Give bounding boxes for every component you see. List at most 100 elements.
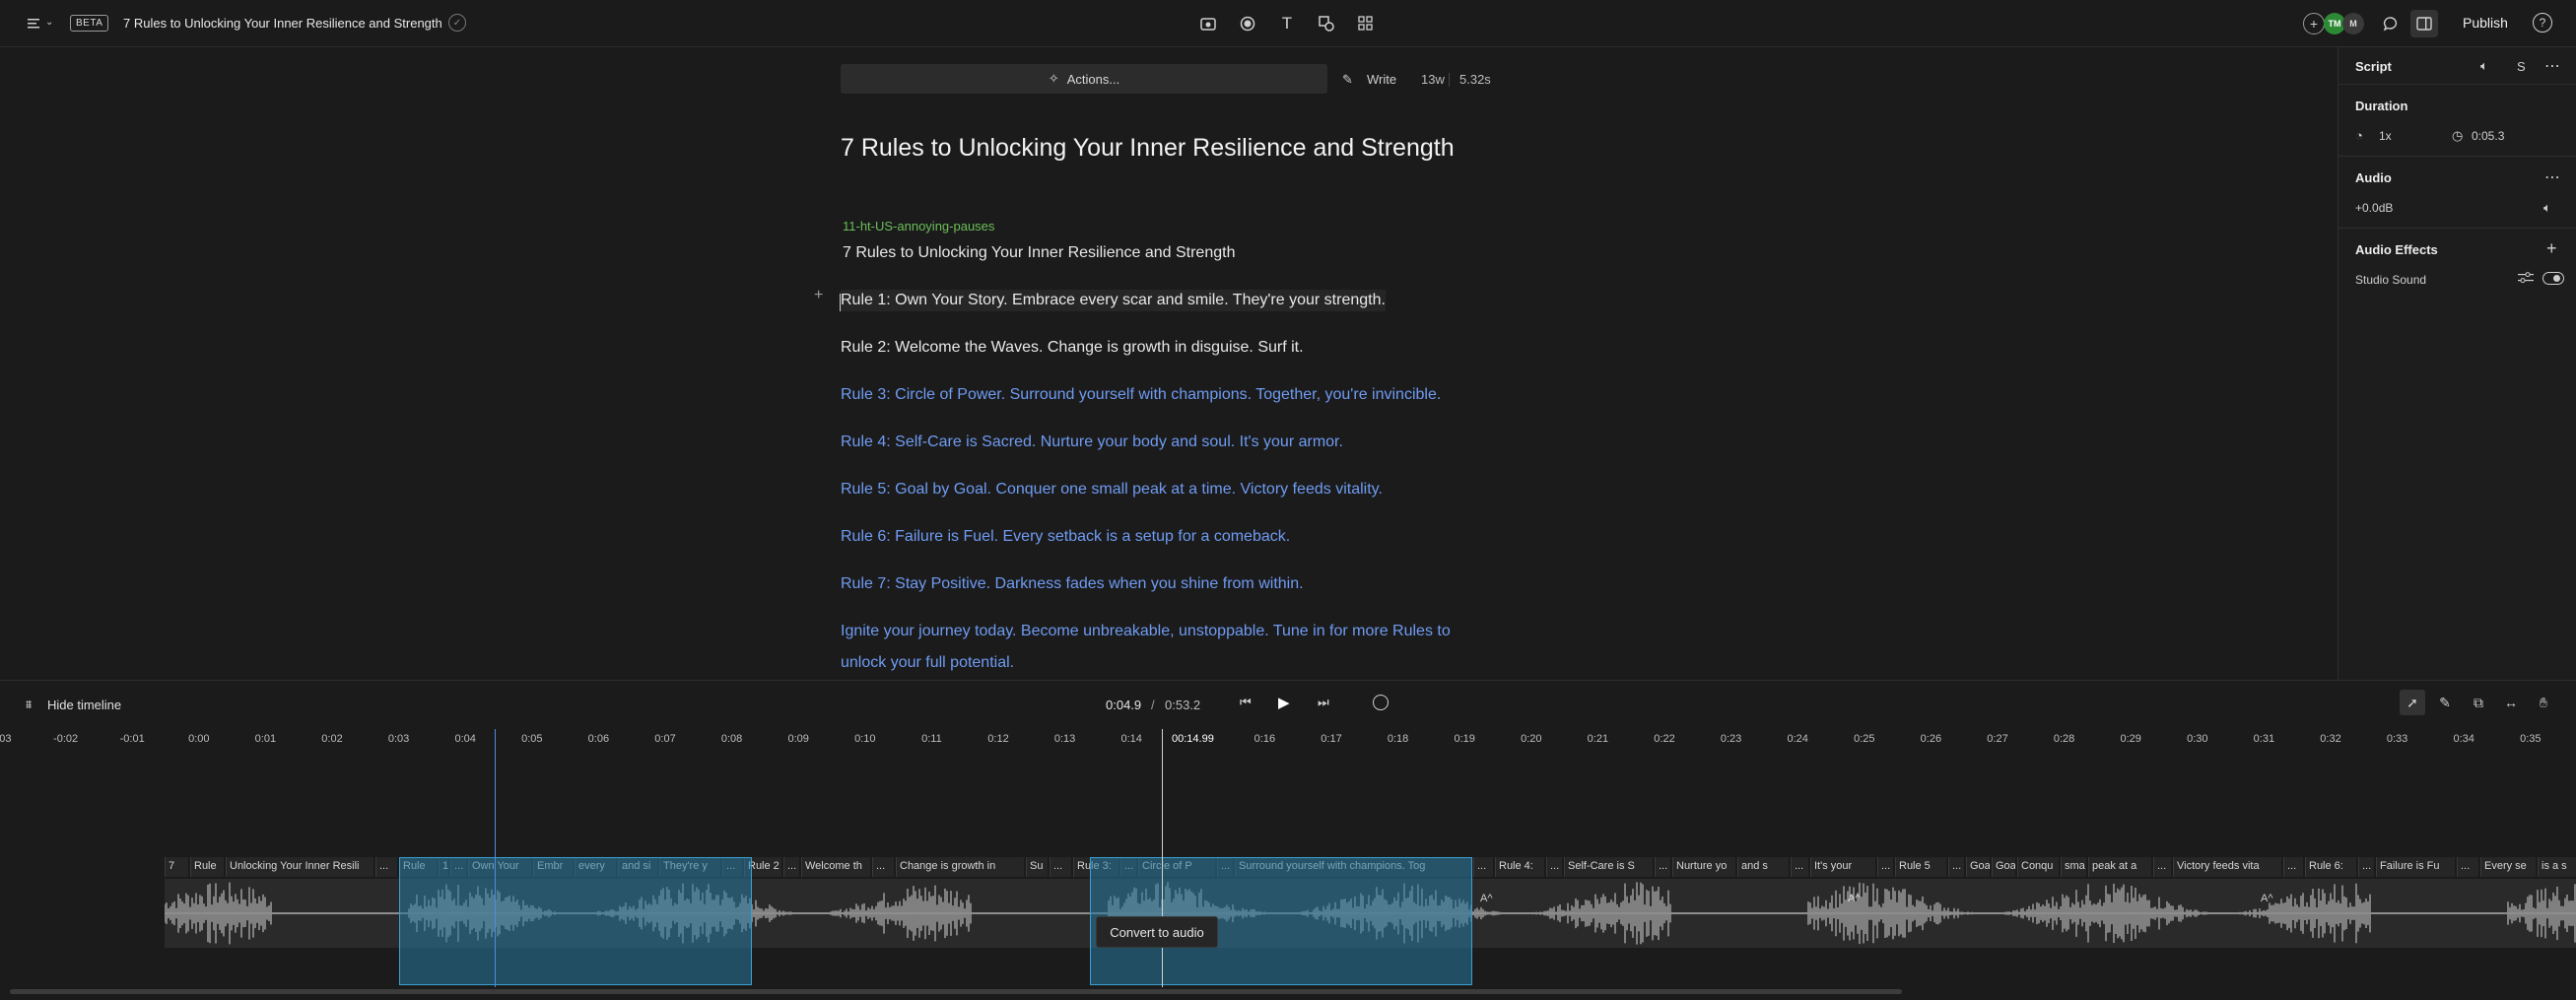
help-icon[interactable]: ? [2533, 13, 2552, 33]
word-chip[interactable]: Rule 5 [1895, 857, 1946, 877]
avatar[interactable]: M [2342, 13, 2364, 34]
record-screen-icon[interactable] [1194, 10, 1222, 37]
script-paragraph[interactable]: Rule 6: Failure is Fuel. Every setback i… [841, 528, 1290, 546]
word-chip[interactable]: Goa [1966, 857, 1990, 877]
script-paragraph[interactable]: Rule 4: Self-Care is Sacred. Nurture you… [841, 433, 1343, 451]
add-block-icon[interactable]: + [814, 287, 823, 304]
convert-to-audio-button[interactable]: Convert to audio [1096, 916, 1218, 948]
word-chip[interactable]: ... [2153, 857, 2171, 877]
word-chip[interactable]: sma [2061, 857, 2086, 877]
word-chip[interactable]: ... [1473, 857, 1493, 877]
word-chip[interactable]: Rule [190, 857, 224, 877]
script-paragraph[interactable]: Rule 2: Welcome the Waves. Change is gro… [841, 339, 1304, 357]
word-chip[interactable]: peak at a [2088, 857, 2151, 877]
word-chip[interactable]: and s [1737, 857, 1789, 877]
word-chip[interactable]: Every se [2480, 857, 2536, 877]
word-chip[interactable]: Self-Care is S [1564, 857, 1653, 877]
word-chip[interactable]: Nurture yo [1672, 857, 1735, 877]
script-paragraph[interactable]: Ignite your journey today. Become unbrea… [841, 623, 1451, 640]
stretch-tool-icon[interactable]: ↔ [2498, 690, 2524, 715]
word-chip[interactable]: ... [1546, 857, 1562, 877]
word-chip[interactable]: Change is growth in [896, 857, 1024, 877]
word-chip[interactable]: Rule 6: [2305, 857, 2356, 877]
speaker-icon[interactable]: 🔈︎ [2480, 58, 2488, 74]
publish-button[interactable]: Publish [2463, 15, 2508, 31]
more-icon[interactable]: ⋯ [2544, 167, 2560, 187]
word-chip[interactable]: 7 [165, 857, 188, 877]
selected-clip-region[interactable] [399, 857, 752, 985]
cursor-time: 00:14.99 [1170, 733, 1216, 745]
word-chip[interactable]: ... [1948, 857, 1964, 877]
horizontal-scrollbar[interactable] [10, 989, 1902, 994]
gain-value[interactable]: +0.0dB [2355, 201, 2393, 215]
word-chip[interactable]: ... [2457, 857, 2478, 877]
hand-tool-icon[interactable]: ✋︎ [2531, 690, 2556, 715]
more-icon[interactable]: ⋯ [2544, 56, 2560, 76]
top-bar: ⌄ BETA 7 Rules to Unlocking Your Inner R… [0, 0, 2576, 47]
script-paragraph[interactable]: unlock your full potential. [841, 654, 1014, 672]
select-tool-icon[interactable]: ➚ [2400, 690, 2425, 715]
add-effect-icon[interactable]: + [2546, 238, 2557, 259]
script-editor[interactable]: ✧ Actions... ✎ Write 13w 5.32s 7 Rules t… [0, 47, 2338, 680]
word-chip[interactable]: It's your [1810, 857, 1875, 877]
word-chip[interactable]: ... [2283, 857, 2303, 877]
text-icon[interactable]: T [1273, 10, 1301, 37]
word-chip[interactable]: ... [1791, 857, 1808, 877]
sliders-icon[interactable] [2518, 271, 2534, 288]
write-button[interactable]: Write [1367, 72, 1396, 87]
hide-timeline-button[interactable]: Hide timeline [47, 698, 121, 712]
s-button[interactable]: S [2517, 59, 2526, 74]
chevron-down-icon[interactable]: ⌄ [45, 17, 53, 28]
script-paragraph[interactable]: Rule 1: Own Your Story. Embrace every sc… [841, 290, 1386, 311]
word-chip[interactable]: Welcome th [801, 857, 870, 877]
word-chip[interactable]: ... [1655, 857, 1670, 877]
current-time: 0:04.9 [1106, 698, 1142, 712]
speed-value[interactable]: 1x [2379, 129, 2392, 143]
word-chip[interactable]: ... [783, 857, 799, 877]
check-circle-icon: ✓ [448, 14, 466, 32]
record-icon[interactable] [1234, 10, 1261, 37]
time-ruler[interactable]: -0:03 -0:02 -0:01 0:00 0:01 0:02 0:03 0:04 0:05 0… [0, 727, 2576, 751]
word-chip[interactable]: is a s [2538, 857, 2576, 877]
word-chip[interactable]: ... [1877, 857, 1893, 877]
word-chip[interactable]: ... [375, 857, 397, 877]
comment-icon[interactable] [2377, 10, 2405, 37]
skip-forward-icon[interactable]: ⏭︎ [1318, 695, 1329, 710]
word-chip[interactable]: Failure is Fu [2376, 857, 2455, 877]
word-chip[interactable]: Victory feeds vita [2173, 857, 2281, 877]
shapes-icon[interactable] [1313, 10, 1340, 37]
word-chip[interactable]: Goa [1992, 857, 2015, 877]
hover-cursor-line [1162, 729, 1163, 987]
script-paragraph[interactable]: Rule 5: Goal by Goal. Conquer one small … [841, 481, 1383, 499]
word-chip[interactable]: Conqu [2017, 857, 2059, 877]
pencil-icon[interactable]: ✎ [1342, 72, 1353, 88]
word-chip[interactable]: ... [872, 857, 894, 877]
word-chip[interactable]: ... [2358, 857, 2374, 877]
studio-sound-toggle[interactable] [2542, 272, 2564, 285]
aa-marker: A^ [1848, 893, 1861, 904]
pen-tool-icon[interactable]: ✎ [2432, 690, 2458, 715]
clip-duration[interactable]: 0:05.3 [2472, 129, 2504, 143]
skip-back-icon[interactable]: ⏮︎ [1240, 695, 1252, 710]
grid-icon[interactable] [1352, 10, 1380, 37]
panel-toggle-icon[interactable] [2410, 10, 2438, 37]
page-title[interactable]: 7 Rules to Unlocking Your Inner Resilien… [841, 134, 1455, 163]
timeline-icon[interactable]: ⩩ [26, 698, 32, 712]
add-collaborator-icon[interactable]: + [2303, 13, 2325, 34]
word-chip[interactable]: ... [1050, 857, 1071, 877]
trim-tool-icon[interactable]: ⧉ [2466, 690, 2491, 715]
script-paragraph[interactable]: Rule 7: Stay Positive. Darkness fades wh… [841, 575, 1304, 593]
actions-button[interactable]: ✧ Actions... [841, 64, 1327, 94]
script-paragraph[interactable]: 7 Rules to Unlocking Your Inner Resilien… [843, 244, 1235, 262]
document-title[interactable]: 7 Rules to Unlocking Your Inner Resilien… [123, 16, 442, 31]
speed-dial-icon[interactable] [1373, 695, 1389, 710]
volume-icon[interactable]: 🔈︎ [2543, 200, 2551, 216]
word-chip[interactable]: Rule 4: [1495, 857, 1544, 877]
script-paragraph[interactable]: Rule 3: Circle of Power. Surround yourse… [841, 386, 1441, 404]
play-icon[interactable]: ▶︎ [1278, 694, 1290, 711]
script-section: Script 🔈︎ S ⋯ [2339, 47, 2576, 85]
word-chip[interactable]: Unlocking Your Inner Resili [226, 857, 373, 877]
playhead[interactable] [495, 729, 496, 987]
word-chip[interactable]: Su [1026, 857, 1048, 877]
speaker-label[interactable]: 11-ht-US-annoying-pauses [843, 219, 994, 233]
